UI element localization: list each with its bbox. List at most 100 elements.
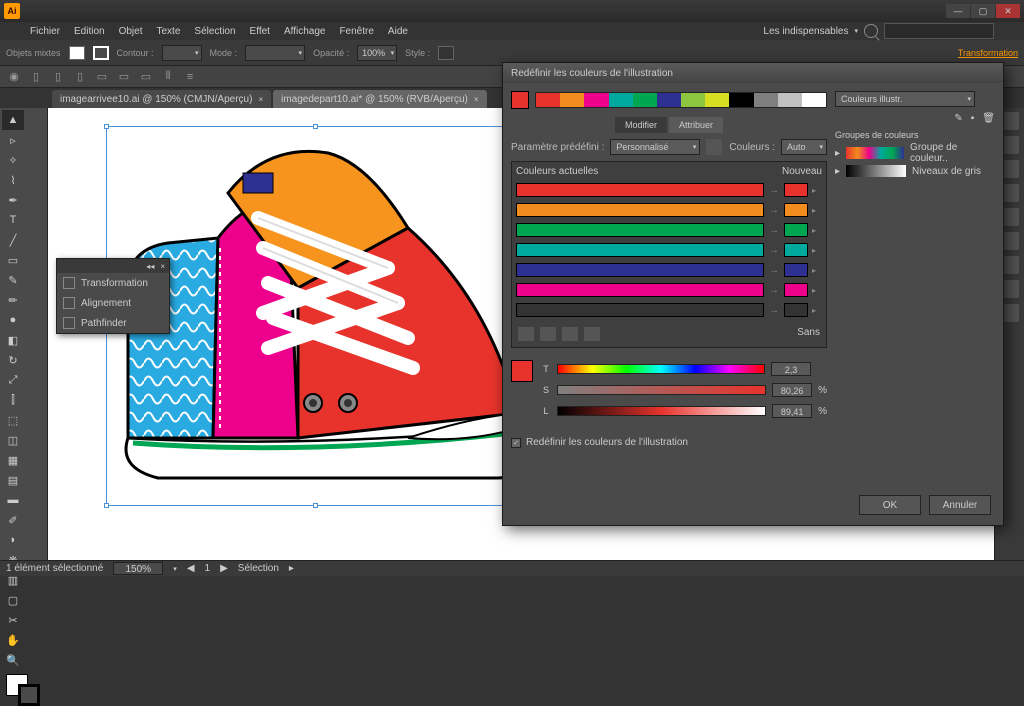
cancel-button[interactable]: Annuler (929, 495, 991, 515)
hue-value[interactable]: 2,3 (771, 362, 811, 376)
opacity-dropdown[interactable]: 100% (357, 45, 397, 61)
style-swatch[interactable] (438, 46, 454, 60)
luminosity-value[interactable]: 89,41 (772, 404, 812, 418)
window-minimize-button[interactable]: — (946, 4, 970, 18)
eraser-tool[interactable]: ◧ (2, 330, 24, 350)
menu-fenetre[interactable]: Fenêtre (339, 26, 373, 37)
menu-aide[interactable]: Aide (388, 26, 408, 37)
line-tool[interactable]: ╱ (2, 230, 24, 250)
color-wells[interactable] (2, 674, 45, 704)
search-input[interactable] (884, 23, 994, 39)
document-tab-2[interactable]: imagedepart10.ai* @ 150% (RVB/Aperçu)× (273, 90, 486, 108)
luminosity-slider[interactable] (557, 406, 766, 416)
pencil-tool[interactable]: ✏ (2, 290, 24, 310)
blob-brush-tool[interactable]: ● (2, 310, 24, 330)
blend-tool[interactable]: ◗ (2, 530, 24, 550)
transform-link[interactable]: Transformation (958, 48, 1018, 58)
window-maximize-button[interactable]: ▢ (971, 4, 995, 18)
saturation-slider[interactable] (557, 385, 766, 395)
new-row-icon[interactable] (584, 327, 600, 341)
floating-panel[interactable]: ◂◂ × Transformation Alignement Pathfinder (56, 258, 170, 334)
menu-selection[interactable]: Sélection (194, 26, 235, 37)
panel-item-pathfinder[interactable]: Pathfinder (57, 313, 169, 333)
paintbrush-tool[interactable]: ✎ (2, 270, 24, 290)
hue-slider[interactable] (557, 364, 765, 374)
menu-objet[interactable]: Objet (119, 26, 143, 37)
distribute-v-icon[interactable]: ≡ (182, 69, 198, 85)
tab-modifier[interactable]: Modifier (615, 117, 667, 133)
mesh-tool[interactable]: ▤ (2, 470, 24, 490)
stroke-swatch[interactable] (93, 46, 109, 60)
type-tool[interactable]: T (2, 210, 24, 230)
free-transform-tool[interactable]: ⬚ (2, 410, 24, 430)
align-middle-icon[interactable]: ▭ (116, 69, 132, 85)
recolor-icon[interactable]: ◉ (6, 69, 22, 85)
rotate-tool[interactable]: ↻ (2, 350, 24, 370)
active-color-swatch[interactable] (511, 91, 529, 109)
fill-swatch[interactable] (69, 46, 85, 60)
document-tab-1[interactable]: imagearrivee10.ai @ 150% (CMJN/Aperçu)× (52, 90, 271, 108)
hand-tool[interactable]: ✋ (2, 630, 24, 650)
color-row[interactable]: →▸ (516, 301, 822, 319)
menu-affichage[interactable]: Affichage (284, 26, 326, 37)
close-tab-icon[interactable]: × (258, 95, 263, 104)
direct-selection-tool[interactable]: ▹ (2, 130, 24, 150)
color-row[interactable]: →▸ (516, 261, 822, 279)
menu-texte[interactable]: Texte (157, 26, 181, 37)
preset-dropdown[interactable]: Personnalisé (610, 139, 700, 155)
distribute-h-icon[interactable]: ⫴ (160, 69, 176, 85)
color-row[interactable]: →▸ (516, 221, 822, 239)
width-tool[interactable]: ⫿ (2, 390, 24, 410)
window-close-button[interactable]: ✕ (996, 4, 1020, 18)
preset-options-icon[interactable] (706, 139, 722, 155)
panel-item-transformation[interactable]: Transformation (57, 273, 169, 293)
edit-icon[interactable]: ✎ (954, 113, 962, 124)
align-right-icon[interactable]: ▯ (72, 69, 88, 85)
separate-colors-icon[interactable] (540, 327, 556, 341)
shape-builder-tool[interactable]: ◫ (2, 430, 24, 450)
artwork-colors-strip[interactable] (535, 92, 827, 108)
align-bottom-icon[interactable]: ▭ (138, 69, 154, 85)
magic-wand-tool[interactable]: ✧ (2, 150, 24, 170)
close-tab-icon[interactable]: × (474, 95, 479, 104)
merge-colors-icon[interactable] (518, 327, 534, 341)
panel-close-icon[interactable]: × (160, 262, 165, 271)
color-group-item[interactable]: ▸Niveaux de gris (835, 162, 995, 180)
color-row[interactable]: →▸ (516, 241, 822, 259)
color-group-item[interactable]: ▸Groupe de couleur.. (835, 144, 995, 162)
tab-attribuer[interactable]: Attribuer (669, 117, 723, 133)
align-top-icon[interactable]: ▭ (94, 69, 110, 85)
perspective-tool[interactable]: ▦ (2, 450, 24, 470)
panel-collapse-icon[interactable]: ◂◂ (146, 262, 154, 271)
selection-tool[interactable]: ▲ (2, 110, 24, 130)
zoom-level[interactable]: 150% (113, 562, 163, 575)
colors-dropdown[interactable]: Auto (781, 139, 827, 155)
saturation-value[interactable]: 80,26 (772, 383, 812, 397)
lasso-tool[interactable]: ⌇ (2, 170, 24, 190)
stroke-color-well[interactable] (18, 684, 40, 706)
align-center-icon[interactable]: ▯ (50, 69, 66, 85)
trash-icon[interactable]: 🗑 (982, 113, 995, 124)
blend-mode-dropdown[interactable] (245, 45, 305, 61)
color-row[interactable]: →▸ (516, 281, 822, 299)
exclude-colors-icon[interactable] (562, 327, 578, 341)
tsl-swatch[interactable] (511, 360, 533, 382)
rectangle-tool[interactable]: ▭ (2, 250, 24, 270)
eyedropper-tool[interactable]: ✐ (2, 510, 24, 530)
align-left-icon[interactable]: ▯ (28, 69, 44, 85)
panel-item-alignement[interactable]: Alignement (57, 293, 169, 313)
folder-icon[interactable]: ▪ (971, 113, 975, 124)
slice-tool[interactable]: ✂ (2, 610, 24, 630)
color-row[interactable]: →▸ (516, 201, 822, 219)
pen-tool[interactable]: ✒ (2, 190, 24, 210)
scale-tool[interactable]: ⤢ (2, 370, 24, 390)
color-row[interactable]: →▸ (516, 181, 822, 199)
stroke-weight-dropdown[interactable] (162, 45, 202, 61)
menu-edition[interactable]: Edition (74, 26, 105, 37)
gradient-tool[interactable]: ▬ (2, 490, 24, 510)
menu-effet[interactable]: Effet (250, 26, 270, 37)
color-library-dropdown[interactable]: Couleurs illustr. (835, 91, 975, 107)
zoom-tool[interactable]: 🔍 (2, 650, 24, 670)
workspace-selector[interactable]: Les indispensables (763, 26, 848, 37)
menu-fichier[interactable]: Fichier (30, 26, 60, 37)
